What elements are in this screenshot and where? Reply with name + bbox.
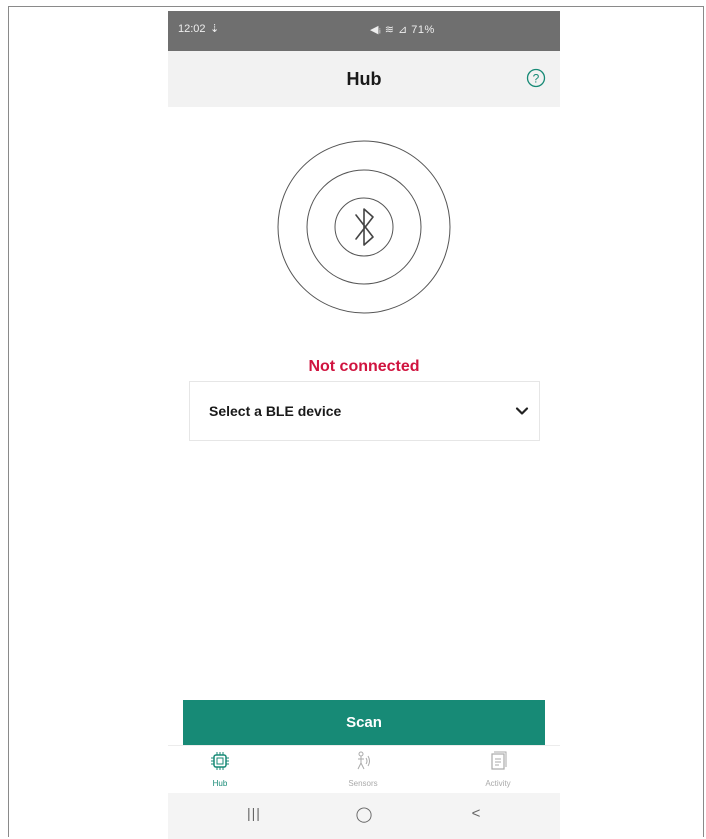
sensor-icon (357, 751, 370, 770)
help-icon[interactable]: ? (526, 68, 546, 88)
recents-button[interactable]: ||| (234, 805, 274, 827)
tab-sensors-label: Sensors (348, 779, 378, 788)
chip-icon (211, 752, 229, 770)
status-time: 12:02 (178, 23, 206, 35)
device-select-label: Select a BLE device (209, 403, 342, 419)
bluetooth-icon (355, 208, 374, 246)
tab-hub[interactable]: Hub (170, 750, 270, 794)
bottom-nav: Hub Sensors Activity (168, 745, 560, 794)
tab-sensors[interactable]: Sensors (313, 750, 413, 794)
ble-device-select[interactable]: Select a BLE device (189, 381, 540, 441)
status-bar: 12:02 ⇣ ◀ᵢ ≋ ⊿ 71% (168, 11, 560, 51)
tab-activity[interactable]: Activity (448, 750, 548, 794)
tab-hub-label: Hub (212, 779, 228, 788)
download-icon: ⇣ (210, 23, 220, 35)
phone-screen: 12:02 ⇣ ◀ᵢ ≋ ⊿ 71% Hub ? Not connected S… (168, 11, 560, 839)
status-indicators: ◀ᵢ ≋ ⊿ 71% (370, 24, 435, 36)
svg-text:?: ? (533, 72, 540, 86)
back-button[interactable]: < (456, 805, 496, 827)
bluetooth-radar-graphic (277, 140, 451, 314)
app-bar: Hub ? (168, 51, 560, 107)
scan-button[interactable]: Scan (183, 700, 545, 745)
home-button[interactable]: ◯ (344, 805, 384, 827)
system-nav-bar: ||| ◯ < (168, 793, 560, 839)
connection-status: Not connected (308, 358, 420, 375)
chevron-down-icon (515, 407, 529, 415)
page-title: Hub (346, 69, 382, 89)
tab-activity-label: Activity (485, 779, 511, 788)
activity-icon (491, 751, 507, 770)
